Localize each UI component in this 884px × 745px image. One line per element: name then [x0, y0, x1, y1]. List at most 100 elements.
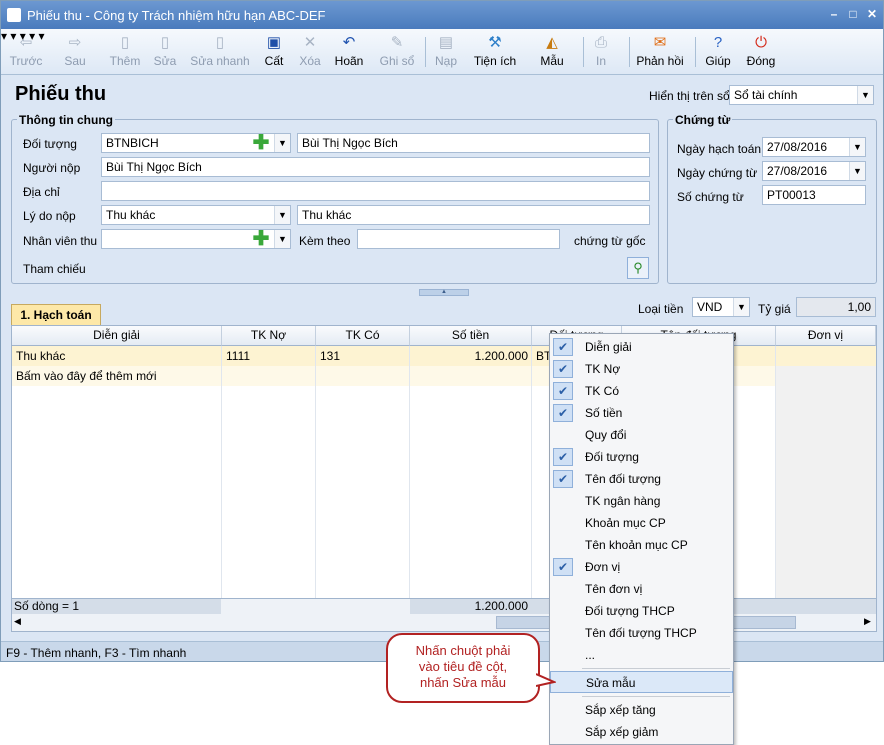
check-icon: ✔	[553, 338, 573, 356]
chevron-down-icon[interactable]: ▼	[857, 86, 873, 104]
add-button[interactable]: ▯ Thêm	[107, 32, 143, 72]
add-staff-icon[interactable]: ✚	[252, 229, 270, 249]
undo-button[interactable]: ↶ Hoãn	[331, 32, 367, 72]
new-row[interactable]: Bấm vào đây để thêm mới	[12, 366, 876, 386]
quick-edit-button[interactable]: ▯ Sửa nhanh	[189, 32, 251, 72]
menu-item-cost-item-name[interactable]: Tên khoản mục CP	[550, 534, 733, 556]
edit-button[interactable]: ▯ Sửa	[149, 32, 181, 72]
menu-item-more[interactable]: ...	[550, 644, 733, 666]
menu-item-bank-account[interactable]: TK ngân hàng	[550, 490, 733, 512]
load-button[interactable]: ▤ Nạp	[431, 32, 461, 72]
next-button[interactable]: ⇨ Sau	[57, 32, 93, 72]
cell-description[interactable]: Thu khác	[16, 346, 65, 366]
check-icon: ✔	[553, 558, 573, 576]
menu-item-unit[interactable]: ✔ Đơn vị	[550, 556, 733, 578]
callout-pointer	[536, 673, 556, 687]
col-header-credit[interactable]: TK Có	[316, 326, 410, 346]
address-field[interactable]	[101, 181, 650, 201]
menu-item-credit[interactable]: ✔ TK Có	[550, 380, 733, 402]
grid-line	[775, 346, 776, 598]
object-name-field[interactable]: Bùi Thị Ngọc Bích	[297, 133, 650, 153]
floppy-disk-icon: ▣	[266, 34, 282, 51]
menu-item-debit[interactable]: ✔ TK Nợ	[550, 358, 733, 380]
delete-button[interactable]: ✕ Xóa	[295, 32, 325, 72]
help-button[interactable]: ? Giúp	[701, 32, 735, 72]
col-header-unit[interactable]: Đơn vị	[776, 326, 876, 346]
currency-label: Loại tiền	[638, 302, 684, 316]
menu-item-cost-item[interactable]: Khoản mục CP	[550, 512, 733, 534]
cell-amount[interactable]: 1.200.000	[414, 346, 528, 366]
menu-item-converted[interactable]: Quy đổi	[550, 424, 733, 446]
scroll-right-icon[interactable]: ▶	[864, 616, 871, 627]
help-icon: ?	[713, 34, 723, 51]
col-header-amount[interactable]: Số tiền	[410, 326, 532, 346]
cell-debit[interactable]: 1111	[226, 346, 250, 366]
view-label: Hiển thị trên sổ	[649, 89, 730, 103]
chevron-down-icon[interactable]: ▼	[274, 134, 290, 152]
print-button[interactable]: ⎙ In	[587, 32, 615, 72]
attach-field[interactable]	[357, 229, 560, 249]
voucher-title: Chứng từ	[673, 113, 733, 127]
new-row-hint[interactable]: Bấm vào đây để thêm mới	[16, 366, 157, 386]
prev-button[interactable]: ⇦ Trước	[7, 32, 45, 72]
table-row[interactable]: Thu khác 1111 131 1.200.000 BT	[12, 346, 876, 366]
save-button[interactable]: ▣ Cất	[259, 32, 289, 72]
menu-item-cost-object-name[interactable]: Tên đối tượng THCP	[550, 622, 733, 644]
minimize-icon[interactable]: –	[827, 7, 841, 21]
template-button[interactable]: ◭ Mẫu	[537, 32, 567, 72]
menu-item-sort-desc[interactable]: Sắp xếp giảm	[550, 721, 733, 743]
attach-label: Kèm theo	[299, 234, 351, 248]
account-date-field[interactable]: 27/08/2016 ▼	[762, 137, 866, 157]
currency-select[interactable]: VND ▼	[692, 297, 750, 317]
menu-item-object-name[interactable]: ✔ Tên đối tượng	[550, 468, 733, 490]
feedback-button[interactable]: ✉ Phản hồi	[635, 32, 685, 72]
chevron-down-icon[interactable]: ▼	[849, 162, 865, 180]
grid-line	[409, 346, 410, 598]
menu-separator	[582, 696, 730, 697]
col-header-debit[interactable]: TK Nợ	[222, 326, 316, 346]
load-icon: ▤	[438, 34, 454, 51]
grid-line	[315, 346, 316, 598]
chevron-down-icon[interactable]: ▼	[274, 206, 290, 224]
add-object-icon[interactable]: ✚	[252, 133, 270, 153]
horizontal-scrollbar[interactable]: ◀ ▶	[12, 614, 876, 631]
instruction-callout: Nhấn chuột phải vào tiêu đề cột, nhấn Sử…	[386, 633, 540, 703]
menu-item-object[interactable]: ✔ Đối tượng	[550, 446, 733, 468]
scroll-left-icon[interactable]: ◀	[14, 616, 21, 627]
voucher-date-field[interactable]: 27/08/2016 ▼	[762, 161, 866, 181]
chevron-down-icon[interactable]: ▼	[274, 230, 290, 248]
reason-label: Lý do nộp	[23, 209, 76, 223]
column-context-menu: ✔ Diễn giải ✔ TK Nợ ✔ TK Có ✔ Số tiền Quy đổ…	[549, 333, 734, 745]
total-amount: 1.200.000	[474, 599, 528, 613]
maximize-icon[interactable]: □	[846, 7, 860, 21]
menu-item-amount[interactable]: ✔ Số tiền	[550, 402, 733, 424]
menu-item-sort-asc[interactable]: Sắp xếp tăng	[550, 699, 733, 721]
col-header-description[interactable]: Diễn giải	[12, 326, 222, 346]
reference-label: Tham chiếu	[23, 262, 86, 276]
close-button[interactable]: ⏻ Đóng	[743, 32, 779, 72]
view-select[interactable]: Sổ tài chính ▼	[729, 85, 874, 105]
menu-item-unit-name[interactable]: Tên đơn vị	[550, 578, 733, 600]
chevron-down-icon[interactable]: ▼	[733, 298, 749, 316]
object-label: Đối tượng	[23, 137, 77, 151]
reason-select[interactable]: Thu khác ▼	[101, 205, 291, 225]
payer-field[interactable]: Bùi Thị Ngọc Bích	[101, 157, 650, 177]
post-button[interactable]: ✎ Ghi sổ	[375, 32, 419, 72]
staff-label: Nhân viên thu	[23, 234, 98, 248]
menu-item-description[interactable]: ✔ Diễn giải	[550, 336, 733, 358]
unit-column-disabled	[776, 366, 876, 598]
menu-item-cost-object[interactable]: Đối tượng THCP	[550, 600, 733, 622]
close-window-icon[interactable]: ✕	[865, 7, 879, 21]
utilities-button[interactable]: ⚒ Tiện ích	[471, 32, 519, 72]
menu-item-edit-template[interactable]: Sửa mẫu	[550, 671, 733, 693]
rate-field[interactable]: 1,00	[796, 297, 876, 317]
reference-search-icon[interactable]: ⚲	[627, 257, 649, 279]
check-icon: ✔	[553, 448, 573, 466]
chevron-down-icon[interactable]: ▼	[849, 138, 865, 156]
cell-credit[interactable]: 131	[320, 346, 340, 366]
voucher-number-field[interactable]: PT00013	[762, 185, 866, 205]
tab-accounting[interactable]: 1. Hạch toán	[11, 304, 101, 326]
reason-text-field[interactable]: Thu khác	[297, 205, 650, 225]
collapse-splitter[interactable]: ▲	[419, 289, 469, 296]
new-document-icon: ▯	[120, 34, 130, 51]
